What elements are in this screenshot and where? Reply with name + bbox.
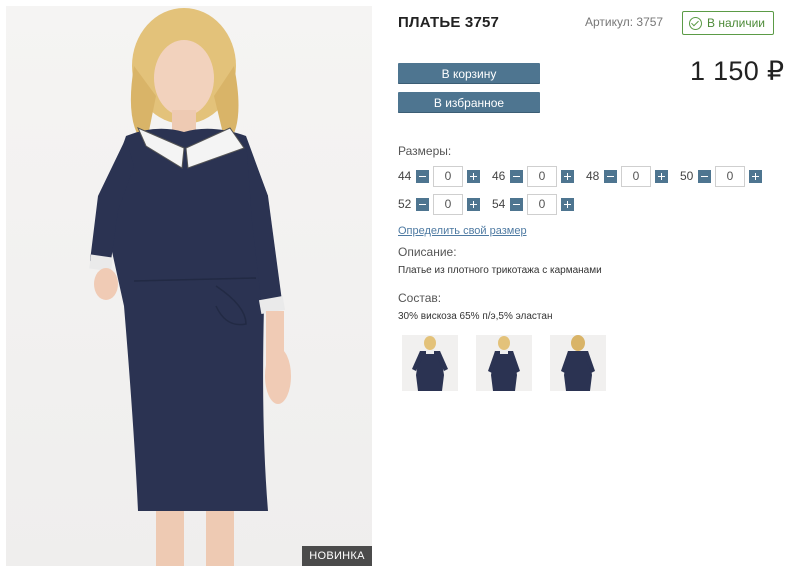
new-badge: НОВИНКА: [302, 546, 372, 566]
size-number: 44: [398, 169, 412, 183]
minus-icon[interactable]: [416, 169, 429, 183]
add-to-favorites-button[interactable]: В избранное: [398, 92, 540, 113]
main-product-photo[interactable]: НОВИНКА: [6, 6, 372, 566]
plus-icon[interactable]: [655, 169, 668, 183]
size-number: 52: [398, 197, 412, 211]
thumbnail-image: [412, 336, 448, 391]
plus-icon[interactable]: [749, 169, 762, 183]
minus-icon[interactable]: [510, 169, 523, 183]
description-text: Платье из плотного трикотажа с карманами: [398, 265, 602, 276]
thumbnail-back[interactable]: [550, 335, 606, 391]
quantity-input[interactable]: [527, 165, 557, 187]
thumbnail-front[interactable]: [402, 335, 458, 391]
price: 1 150 ₽: [690, 56, 785, 86]
quantity-input[interactable]: [715, 165, 745, 187]
minus-icon[interactable]: [604, 169, 617, 183]
model-illustration: [89, 8, 291, 566]
composition-label: Состав:: [398, 291, 442, 305]
stock-badge: В наличии: [682, 11, 775, 35]
quantity-input[interactable]: [621, 165, 651, 187]
thumbnail-image: [488, 336, 520, 391]
thumbnail-image: [561, 335, 595, 391]
quantity-input[interactable]: [433, 165, 463, 187]
sizes-row-2: 52 54: [398, 193, 586, 215]
sizes-row-1: 44 46 48 50: [398, 165, 774, 187]
plus-icon[interactable]: [467, 197, 480, 211]
stock-text: В наличии: [707, 16, 766, 30]
check-circle-icon: [689, 16, 702, 30]
size-option: 44: [398, 165, 480, 187]
plus-icon[interactable]: [561, 169, 574, 183]
thumbnail-side[interactable]: [476, 335, 532, 391]
minus-icon[interactable]: [416, 197, 429, 211]
sku-text: Артикул: 3757: [585, 15, 664, 29]
description-label: Описание:: [398, 245, 457, 259]
size-option: 54: [492, 193, 574, 215]
composition-text: 30% вискоза 65% п/э,5% эластан: [398, 311, 553, 322]
size-option: 46: [492, 165, 574, 187]
thumbnail-gallery: [402, 335, 606, 391]
sizes-label: Размеры:: [398, 144, 452, 158]
size-number: 50: [680, 169, 694, 183]
size-option: 50: [680, 165, 762, 187]
size-number: 46: [492, 169, 506, 183]
minus-icon[interactable]: [698, 169, 711, 183]
plus-icon[interactable]: [561, 197, 574, 211]
plus-icon[interactable]: [467, 169, 480, 183]
minus-icon[interactable]: [510, 197, 523, 211]
size-guide-link[interactable]: Определить свой размер: [398, 225, 527, 237]
quantity-input[interactable]: [527, 193, 557, 215]
size-number: 54: [492, 197, 506, 211]
add-to-cart-button[interactable]: В корзину: [398, 63, 540, 84]
quantity-input[interactable]: [433, 193, 463, 215]
size-option: 52: [398, 193, 480, 215]
product-title: ПЛАТЬЕ 3757: [398, 14, 500, 31]
size-number: 48: [586, 169, 600, 183]
size-option: 48: [586, 165, 668, 187]
